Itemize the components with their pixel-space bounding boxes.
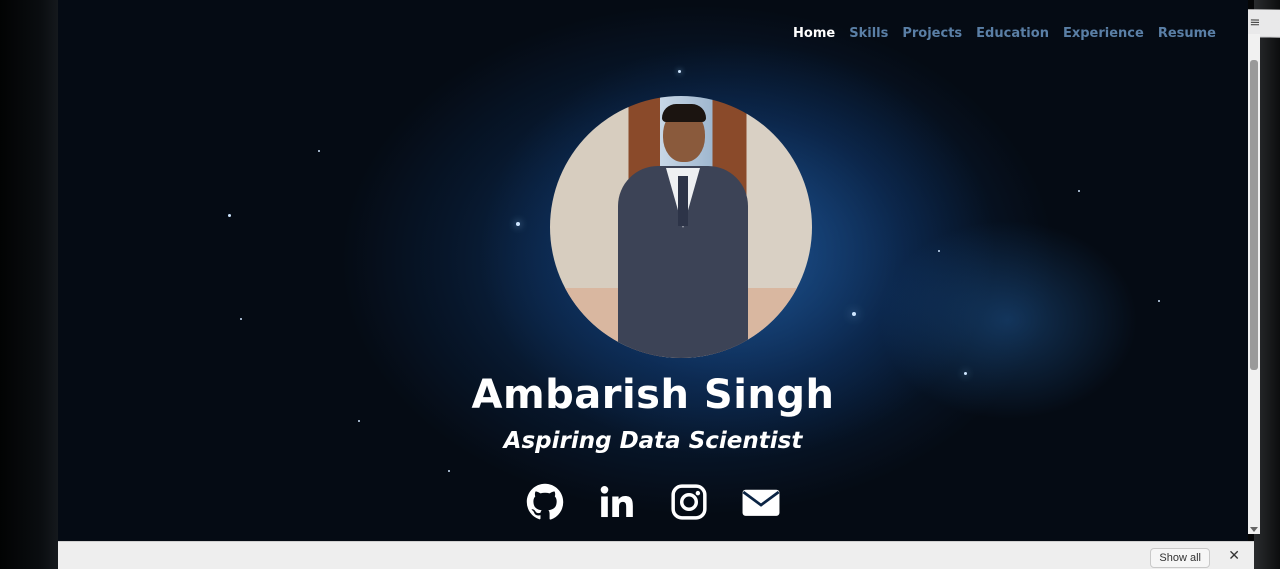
social-links [58,482,1248,522]
instagram-link[interactable] [669,482,709,522]
hero-name: Ambarish Singh [471,372,835,418]
star [228,214,231,217]
linkedin-link[interactable] [597,482,637,522]
menu-icon[interactable]: ≡ [1246,13,1264,31]
star [240,318,242,320]
star [448,470,450,472]
close-icon[interactable]: ✕ [1228,548,1240,564]
website-viewport: Home Skills Projects Education Experienc… [58,0,1248,541]
star [938,250,940,252]
nav-experience[interactable]: Experience [1063,26,1144,41]
hero-title: Aspiring Data Scientist [503,428,803,454]
profile-photo [550,96,812,358]
nav-education[interactable]: Education [976,26,1049,41]
star [516,222,520,226]
github-icon [526,483,564,520]
linkedin-icon [600,486,633,518]
scrollbar-thumb[interactable] [1250,60,1258,370]
nav-home[interactable]: Home [793,26,835,41]
nav-skills[interactable]: Skills [849,26,888,41]
star [678,70,681,73]
show-all-button[interactable]: Show all [1150,548,1210,568]
email-icon [742,489,780,516]
nav-projects[interactable]: Projects [902,26,962,41]
star [318,150,320,152]
scroll-down-arrow-icon[interactable] [1250,527,1258,532]
star [852,312,856,316]
downloads-bar: Show all ✕ [58,541,1254,569]
star [1158,300,1160,302]
github-link[interactable] [525,482,565,522]
instagram-icon [671,484,707,520]
star [1078,190,1080,192]
main-nav: Home Skills Projects Education Experienc… [793,26,1216,41]
nav-resume[interactable]: Resume [1158,26,1216,41]
page-scrollbar[interactable] [1248,34,1260,534]
star [358,420,360,422]
email-link[interactable] [741,482,781,522]
monitor-bezel-left [0,0,58,569]
